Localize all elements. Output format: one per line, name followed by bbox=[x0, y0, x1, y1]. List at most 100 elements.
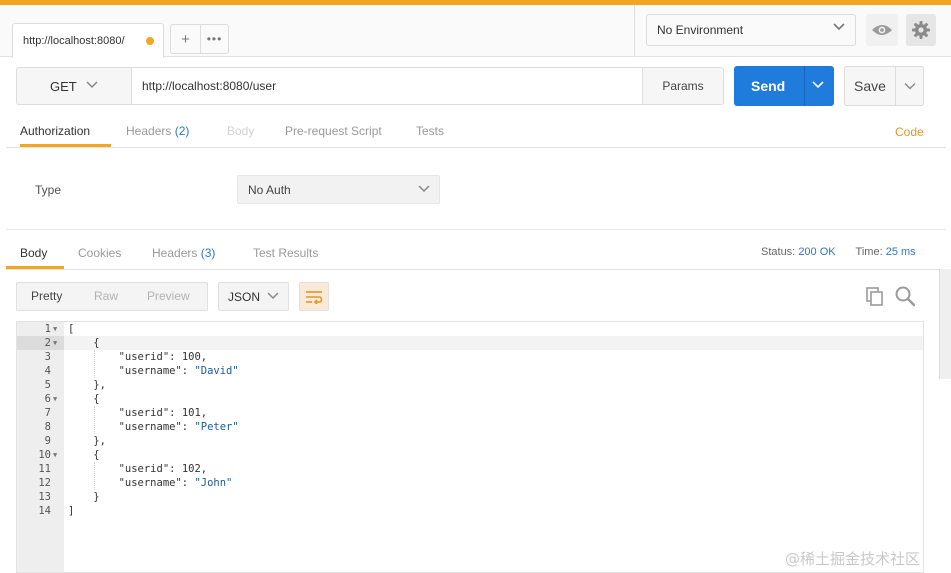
time-label: Time: bbox=[855, 246, 883, 258]
response-body-editor[interactable]: 1 ▼[2 ▼ {3 "userid": 100, 4 "username": "Da… bbox=[16, 321, 924, 573]
code-text: }, bbox=[68, 379, 106, 391]
code-line: 9 }, bbox=[17, 434, 923, 448]
code-link[interactable]: Code bbox=[895, 125, 924, 139]
code-text: { bbox=[68, 449, 100, 461]
tab-test-results[interactable]: Test Results bbox=[253, 238, 318, 269]
tab-prerequest-script[interactable]: Pre-request Script bbox=[285, 116, 382, 147]
line-number: 8 bbox=[44, 421, 51, 433]
code-line: 8 "username": "Peter" bbox=[17, 420, 923, 434]
section-divider bbox=[6, 229, 946, 230]
save-options-button[interactable] bbox=[895, 66, 924, 106]
auth-type-select[interactable]: No Auth bbox=[237, 175, 440, 204]
fold-toggle-icon[interactable]: ▼ bbox=[53, 322, 57, 336]
line-number: 7 bbox=[44, 407, 51, 419]
environment-select[interactable]: No Environment bbox=[646, 14, 856, 46]
code-text: }, bbox=[68, 435, 106, 447]
environment-select-label: No Environment bbox=[657, 23, 744, 37]
line-number: 12 bbox=[38, 477, 51, 489]
environment-quick-look-button[interactable] bbox=[866, 14, 898, 46]
tab-headers[interactable]: Headers (2) bbox=[126, 116, 189, 147]
preview-button[interactable]: Preview bbox=[147, 283, 190, 310]
search-icon[interactable] bbox=[894, 285, 916, 307]
tab-authorization-label: Authorization bbox=[20, 124, 91, 138]
method-label: GET bbox=[50, 78, 77, 94]
status-value: 200 OK bbox=[798, 246, 836, 258]
view-mode-toggle: Pretty Raw Preview bbox=[16, 282, 208, 311]
code-line: 6 ▼ { bbox=[17, 392, 923, 406]
time-value: 25 ms bbox=[885, 246, 916, 258]
raw-button[interactable]: Raw bbox=[94, 283, 118, 310]
code-line: 12 "username": "John" bbox=[17, 476, 923, 490]
more-tabs-button[interactable]: ••• bbox=[200, 24, 229, 54]
method-select[interactable]: GET bbox=[16, 67, 132, 105]
tab-authorization[interactable]: Authorization bbox=[20, 116, 111, 147]
status-label: Status: bbox=[761, 246, 796, 258]
chevron-down-icon bbox=[418, 185, 430, 193]
fold-toggle-icon[interactable]: ▼ bbox=[53, 392, 57, 406]
code-line: 11 "userid": 102, bbox=[17, 462, 923, 476]
fold-toggle-icon[interactable]: ▼ bbox=[53, 448, 57, 462]
line-number: 6 bbox=[44, 393, 51, 405]
chevron-down-icon bbox=[86, 81, 98, 89]
code-line: 4 "username": "David" bbox=[17, 364, 923, 378]
line-number: 5 bbox=[44, 379, 51, 391]
url-input[interactable] bbox=[131, 67, 643, 105]
copy-icon[interactable] bbox=[865, 286, 885, 306]
code-text: "userid": 102, bbox=[68, 463, 208, 475]
line-number: 11 bbox=[38, 463, 51, 475]
new-tab-button[interactable]: + bbox=[170, 24, 200, 54]
format-label: JSON bbox=[228, 289, 261, 304]
code-line: 14] bbox=[17, 504, 923, 518]
code-text: "userid": 100, bbox=[68, 351, 208, 363]
code-line: 13 } bbox=[17, 490, 923, 504]
code-line: 5 }, bbox=[17, 378, 923, 392]
line-number: 14 bbox=[38, 505, 51, 517]
chevron-down-icon[interactable] bbox=[811, 80, 825, 89]
fold-toggle-icon[interactable]: ▼ bbox=[53, 336, 57, 350]
code-line: 7 "userid": 101, bbox=[17, 406, 923, 420]
manage-environments-button[interactable] bbox=[906, 14, 936, 46]
tab-response-headers[interactable]: Headers (3) bbox=[152, 238, 215, 269]
line-number: 1 bbox=[44, 323, 51, 335]
gear-icon bbox=[912, 21, 930, 39]
eye-icon bbox=[872, 25, 892, 35]
line-number: 3 bbox=[44, 351, 51, 363]
pretty-button[interactable]: Pretty bbox=[31, 283, 62, 310]
chevron-down-icon bbox=[267, 292, 279, 300]
code-text: "username": "Peter" bbox=[68, 421, 239, 433]
tab-headers-count: (2) bbox=[174, 124, 190, 138]
unsaved-indicator bbox=[146, 37, 154, 45]
tab-response-body[interactable]: Body bbox=[6, 238, 64, 269]
code-text: "userid": 101, bbox=[68, 407, 208, 419]
line-number: 4 bbox=[44, 365, 51, 377]
watermark: @稀土掘金技术社区 bbox=[785, 550, 921, 568]
tab-response-headers-count: (3) bbox=[200, 246, 216, 260]
request-tab[interactable]: http://localhost:8080/ bbox=[12, 23, 164, 58]
request-tabs: Authorization Headers (2) Body Pre-reque… bbox=[6, 116, 946, 148]
tab-tests[interactable]: Tests bbox=[416, 116, 444, 147]
request-tab-label: http://localhost:8080/ bbox=[23, 35, 125, 47]
page-scrollbar[interactable] bbox=[939, 269, 951, 379]
line-number: 10 bbox=[38, 449, 51, 461]
code-text: { bbox=[68, 337, 100, 349]
tab-cookies[interactable]: Cookies bbox=[78, 238, 121, 269]
code-text: { bbox=[68, 393, 100, 405]
code-line: 1 ▼ [ bbox=[17, 322, 923, 336]
auth-type-label: Type bbox=[35, 183, 62, 197]
save-button[interactable]: Save bbox=[844, 66, 896, 106]
wrap-lines-button[interactable] bbox=[299, 282, 329, 311]
send-divider bbox=[804, 66, 805, 106]
auth-type-value: No Auth bbox=[248, 182, 291, 197]
chevron-down-icon bbox=[833, 23, 845, 31]
code-line: 10 ▼ { bbox=[17, 448, 923, 462]
line-number: 2 bbox=[44, 337, 51, 349]
line-number: 13 bbox=[38, 491, 51, 503]
params-button[interactable]: Params bbox=[642, 67, 724, 105]
code-text: "username": "David" bbox=[68, 365, 239, 377]
code-text: ] bbox=[68, 505, 75, 517]
chevron-down-icon bbox=[904, 83, 915, 90]
code-text: [ bbox=[68, 323, 75, 335]
code-line: 3 "userid": 100, bbox=[17, 350, 923, 364]
tab-headers-label: Headers bbox=[126, 124, 172, 138]
tab-body[interactable]: Body bbox=[227, 116, 254, 147]
